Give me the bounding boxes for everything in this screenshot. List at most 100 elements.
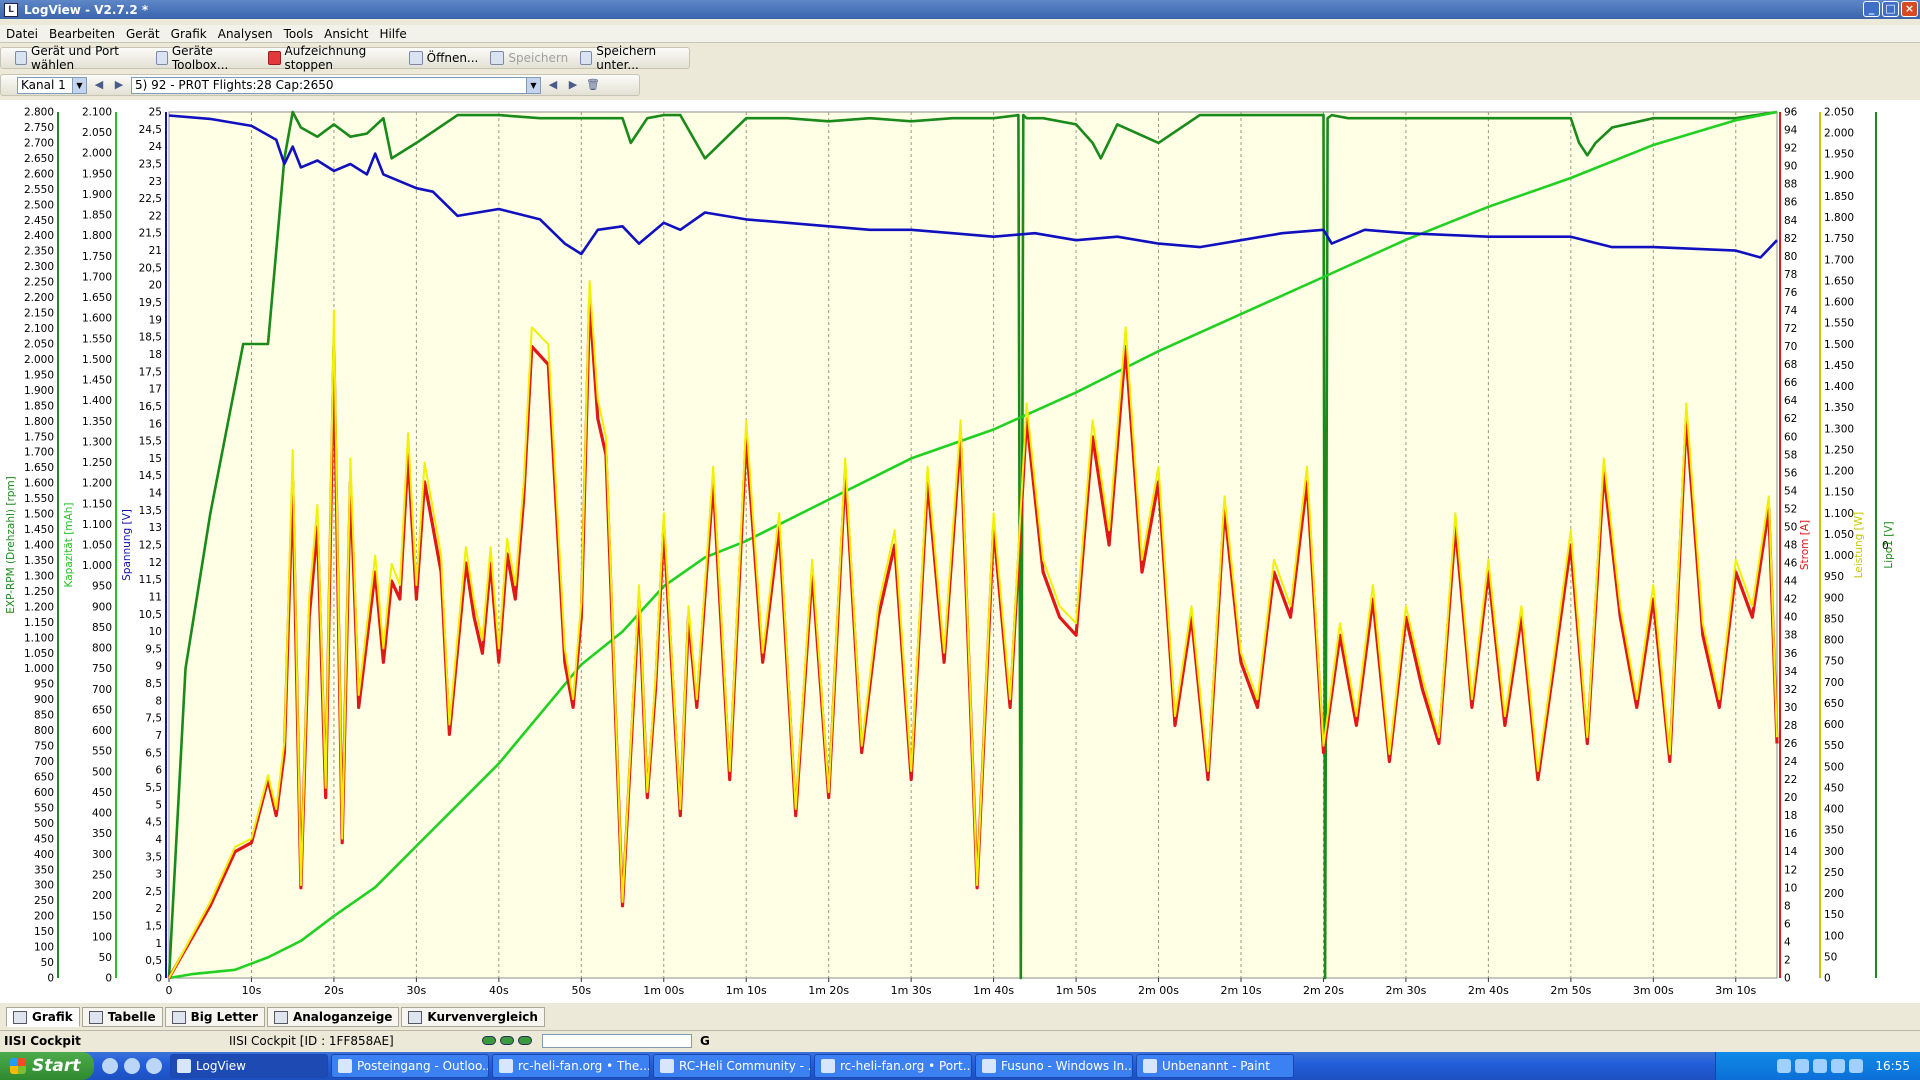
task-browser-1[interactable]: rc-heli-fan.org • The... [492, 1054, 650, 1078]
task-label: Fusuno - Windows In... [1001, 1059, 1133, 1073]
y-tick-label: 7 [155, 730, 162, 742]
y-tick-label: 50 [99, 952, 112, 964]
save-button[interactable]: Speichern [486, 48, 572, 68]
y-tick-label: 3,5 [145, 851, 162, 863]
y-tick-label: 2.300 [24, 261, 54, 273]
y-tick-label: 100 [92, 931, 112, 943]
y-tick-label: 1.250 [1824, 444, 1854, 456]
y-tick-label: 250 [92, 869, 112, 881]
menu-tools[interactable]: Tools [284, 27, 314, 41]
y-tick-label: 17 [149, 384, 162, 396]
outlook-icon [338, 1059, 352, 1073]
y-tick-label: 550 [92, 746, 112, 758]
y-tick-label: 22,5 [139, 193, 162, 205]
y-tick-label: 74 [1784, 305, 1798, 317]
prev-arrow-icon[interactable]: ◀ [91, 77, 107, 93]
y-tick-label: 44 [1784, 576, 1798, 588]
tray-icon[interactable] [1831, 1059, 1846, 1073]
y-tick-label: 1.900 [24, 385, 54, 397]
task-browser-2[interactable]: RC-Heli Community - ... [653, 1054, 811, 1078]
y-tick-label: 40 [1784, 612, 1797, 624]
y-tick-label: 800 [34, 725, 54, 737]
save-icon [490, 51, 505, 65]
y-tick-label: 26 [1784, 738, 1798, 750]
maximize-button[interactable]: □ [1882, 1, 1899, 17]
quick-launch [94, 1058, 170, 1074]
y-tick-label: 2.700 [24, 137, 54, 149]
menu-geraet[interactable]: Gerät [126, 27, 160, 41]
y-tick-label: 550 [34, 802, 54, 814]
toolbox-button[interactable]: Geräte Toolbox... [152, 44, 261, 72]
y-tick-label: 66 [1784, 377, 1798, 389]
y-tick-label: 10 [1784, 882, 1797, 894]
y-tick-label: 850 [92, 622, 112, 634]
y-tick-label: 1.350 [1824, 402, 1854, 414]
y-tick-label: 850 [1824, 613, 1844, 625]
stop-button-label: Aufzeichnung stoppen [284, 44, 367, 72]
y-tick-label: 50 [41, 957, 54, 969]
start-button[interactable]: Start [0, 1052, 94, 1080]
menu-datei[interactable]: Datei [6, 27, 38, 41]
minimize-button[interactable]: _ [1863, 1, 1880, 17]
taskbar: Start LogView Posteingang - Outloo... rc… [0, 1052, 1920, 1080]
task-browser-4[interactable]: Fusuno - Windows In... [975, 1054, 1133, 1078]
tray-icon[interactable] [1849, 1059, 1864, 1073]
tab-big-letter[interactable]: Big Letter [164, 1007, 265, 1027]
session-select[interactable]: 5) 92 - PR0T Flights:28 Cap:2650 ▼ [131, 76, 541, 94]
connect-icon [15, 51, 28, 65]
session-prev-icon[interactable]: ◀ [545, 77, 561, 93]
y-tick-label: 0 [105, 973, 112, 985]
y-tick-label: 6 [1784, 918, 1791, 930]
outlook-icon[interactable] [146, 1058, 162, 1074]
big-letter-icon [171, 1010, 186, 1024]
tray-icon[interactable] [1795, 1059, 1810, 1073]
y-tick-label: 1.000 [24, 663, 54, 675]
y-tick-label: 5 [155, 799, 162, 811]
open-button[interactable]: Öffnen... [405, 48, 483, 68]
ie-icon[interactable] [124, 1058, 140, 1074]
window-title: LogView - V2.7.2 * [24, 2, 149, 17]
x-tick-label: 2m 20s [1303, 984, 1344, 997]
task-browser-3[interactable]: rc-heli-fan.org • Port... [814, 1054, 972, 1078]
status-bar: IISI Cockpit IISI Cockpit [ID : 1FF858AE… [0, 1030, 1920, 1050]
tab-grafik[interactable]: Grafik [6, 1007, 80, 1027]
y-tick-label: 1.700 [1824, 254, 1854, 266]
y-tick-label: 450 [92, 787, 112, 799]
tab-tabelle[interactable]: Tabelle [81, 1007, 163, 1027]
y-tick-label: 4,5 [145, 817, 162, 829]
y-tick-label: 2.200 [24, 292, 54, 304]
y-tick-label: 1.750 [82, 251, 112, 263]
y-tick-label: 350 [34, 864, 54, 876]
task-outlook[interactable]: Posteingang - Outloo... [331, 1054, 489, 1078]
y-tick-label: 800 [1824, 635, 1844, 647]
y-tick-label: 56 [1784, 467, 1798, 479]
tab-analoganzeige[interactable]: Analoganzeige [266, 1007, 400, 1027]
save-as-button[interactable]: Speichern unter... [576, 44, 689, 72]
menu-bearbeiten[interactable]: Bearbeiten [49, 27, 115, 41]
y-tick-label: 54 [1784, 485, 1798, 497]
close-button[interactable]: × [1901, 1, 1918, 17]
y-tick-label: 1.100 [82, 519, 112, 531]
port-button[interactable]: Gerät und Port wählen [11, 44, 148, 72]
menu-hilfe[interactable]: Hilfe [379, 27, 406, 41]
desktop-icon[interactable] [102, 1058, 118, 1074]
axis-title: Spannung [V] [121, 509, 133, 581]
y-tick-label: 600 [92, 725, 112, 737]
stop-recording-button[interactable]: Aufzeichnung stoppen [264, 44, 400, 72]
session-next-icon[interactable]: ▶ [565, 77, 581, 93]
next-arrow-icon[interactable]: ▶ [111, 77, 127, 93]
tray-icon[interactable] [1777, 1059, 1792, 1073]
task-paint[interactable]: Unbenannt - Paint [1136, 1054, 1294, 1078]
tab-kurvenvergleich[interactable]: Kurvenvergleich [401, 1007, 545, 1027]
y-tick-label: 500 [92, 766, 112, 778]
menu-analysen[interactable]: Analysen [218, 27, 273, 41]
tray-icon[interactable] [1813, 1059, 1828, 1073]
y-tick-label: 1.550 [1824, 318, 1854, 330]
menu-grafik[interactable]: Grafik [171, 27, 207, 41]
task-logview[interactable]: LogView [170, 1054, 328, 1078]
channel-select[interactable]: Kanal 1 ▼ [17, 76, 87, 94]
delete-icon[interactable]: 🗑 [585, 77, 601, 93]
menu-ansicht[interactable]: Ansicht [324, 27, 368, 41]
y-tick-label: 8 [155, 695, 162, 707]
y-tick-label: 19 [149, 314, 162, 326]
